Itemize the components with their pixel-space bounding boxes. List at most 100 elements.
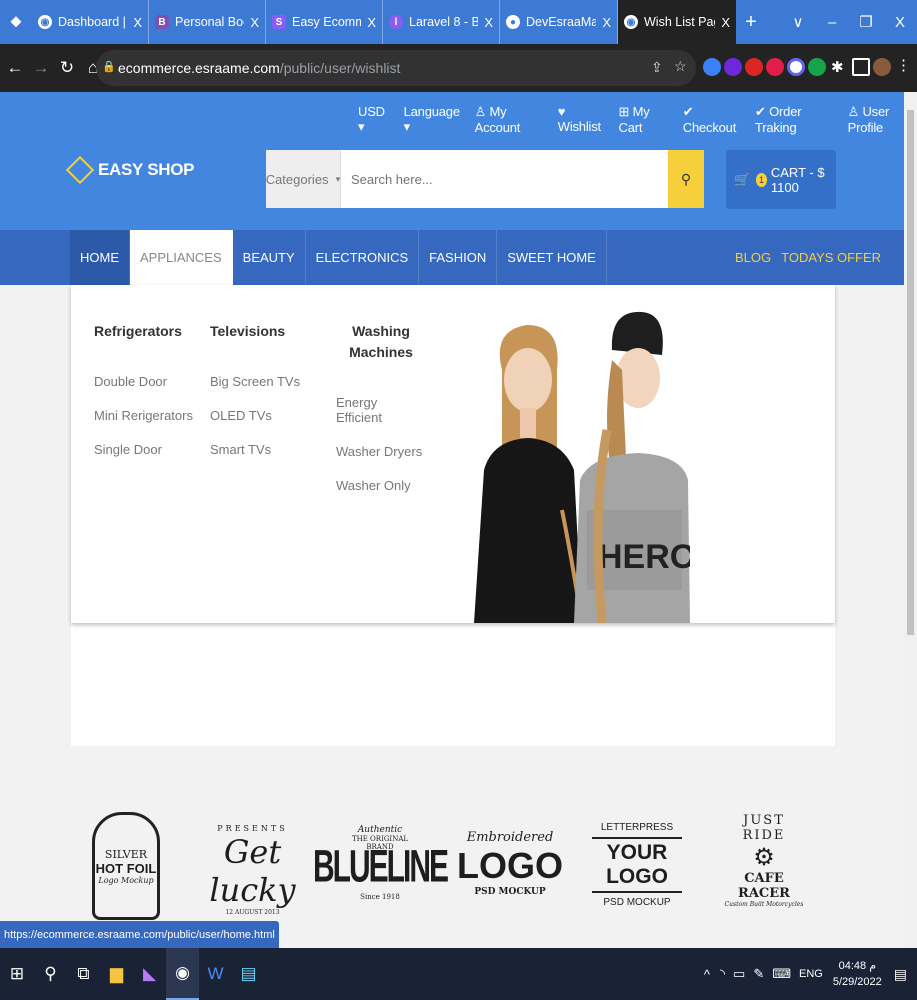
cart-button[interactable]: 🛒 1 CART - $ 1100	[726, 150, 836, 209]
brand-logo-blueline[interactable]: Authentic THE ORIGINAL BRAND BLUELINE Si…	[313, 808, 449, 918]
site-logo[interactable]: EASY SHOP	[65, 155, 194, 185]
nav-fashion[interactable]: FASHION	[419, 230, 498, 285]
tab-laravel[interactable]: lLaravel 8 - Build AdvancedX	[383, 0, 500, 44]
search-button[interactable]: ⚲	[668, 150, 704, 208]
task-view-icon[interactable]: ⧉	[67, 948, 100, 1000]
notifications-icon[interactable]: ▤	[894, 966, 907, 983]
header-top-links: USD ▾ Language ▾ ♙ My Account ♥ Wishlist…	[358, 104, 917, 135]
lock-icon: 🔒	[102, 61, 116, 73]
scrollbar-thumb[interactable]	[907, 110, 914, 635]
close-tab-icon[interactable]: X	[484, 15, 493, 30]
chevron-up-icon[interactable]: ^	[704, 967, 710, 982]
address-bar[interactable]: 🔒 ecommerce.esraame.com/public/user/wish…	[96, 50, 696, 86]
nav-beauty[interactable]: BEAUTY	[233, 230, 306, 285]
menu-link[interactable]: Energy Efficient	[336, 395, 426, 425]
search-input[interactable]	[341, 150, 668, 208]
nav-blog[interactable]: BLOG	[735, 250, 771, 265]
close-tab-icon[interactable]: X	[133, 15, 142, 30]
menu-link[interactable]: Smart TVs	[210, 442, 300, 457]
pen-icon[interactable]: ✎	[753, 966, 764, 982]
menu-link[interactable]: Single Door	[94, 442, 193, 457]
nav-electronics[interactable]: ELECTRONICS	[306, 230, 420, 285]
page-scrollbar[interactable]	[904, 92, 917, 947]
close-window-icon[interactable]: X	[883, 14, 917, 31]
checkout-link[interactable]: ✔ Checkout	[683, 104, 741, 135]
my-cart-link[interactable]: ⊞ My Cart	[619, 104, 669, 135]
menu-link[interactable]: Washer Dryers	[336, 444, 426, 459]
close-tab-icon[interactable]: X	[721, 15, 730, 30]
currency-select[interactable]: USD ▾	[358, 104, 390, 135]
visual-studio-icon[interactable]: ◣	[133, 948, 166, 1000]
category-select[interactable]: Categories ▾	[266, 150, 341, 208]
tab-bootstrap[interactable]: BPersonal Bootstrap TemplateX	[149, 0, 266, 44]
extension-green-icon[interactable]	[808, 58, 826, 76]
brand-logo-letterpress[interactable]: LETTERPRESS YOUR LOGO PSD MOCKUP	[592, 815, 682, 915]
nav-right-links: BLOG TODAYS OFFER	[735, 250, 881, 265]
word-icon[interactable]: W	[199, 948, 232, 1000]
tab-wishlist[interactable]: ◉Wish List PageX	[618, 0, 736, 44]
search-icon: ⚲	[680, 170, 692, 187]
chrome-icon[interactable]: ◉	[166, 948, 199, 1000]
url-host: ecommerce.esraame.com	[118, 60, 280, 76]
brand-logo-get-lucky[interactable]: PRESENTS Get lucky 12 AUGUST 2013	[200, 820, 305, 920]
tab-github[interactable]: ●DevEsraaMahmoud/LaravelX	[500, 0, 618, 44]
tab-search-icon[interactable]: ∨	[781, 13, 815, 31]
share-icon[interactable]: ⇪	[651, 59, 663, 76]
notepad-icon[interactable]: ▤	[232, 948, 265, 1000]
order-tracking-link[interactable]: ✔ Order Traking	[755, 104, 834, 135]
minimize-icon[interactable]: –	[815, 14, 849, 31]
brand-logo-embroidered[interactable]: Embroidered LOGO PSD MOCKUP	[457, 808, 563, 918]
adblock-icon[interactable]	[766, 58, 784, 76]
wifi-icon[interactable]: ◝	[720, 966, 725, 982]
puzzle-icon[interactable]: ✱	[831, 58, 849, 76]
battery-icon[interactable]: ▭	[733, 966, 745, 982]
extension-flower-icon[interactable]	[724, 58, 742, 76]
language-indicator[interactable]: ENG	[799, 968, 823, 980]
menu-link[interactable]: Double Door	[94, 374, 193, 389]
language-select[interactable]: Language ▾	[404, 104, 461, 135]
sidepanel-icon[interactable]	[852, 58, 870, 76]
close-tab-icon[interactable]: X	[367, 15, 376, 30]
extension-ring-icon[interactable]	[787, 58, 805, 76]
menu-link[interactable]: OLED TVs	[210, 408, 300, 423]
my-account-link[interactable]: ♙ My Account	[475, 104, 544, 135]
avatar[interactable]	[873, 58, 891, 76]
keyboard-icon[interactable]: ⌨	[772, 966, 791, 982]
file-explorer-icon[interactable]: ▆	[100, 948, 133, 1000]
reload-icon[interactable]: ↻	[56, 58, 78, 78]
close-tab-icon[interactable]: X	[602, 15, 611, 30]
logo-diamond-icon	[65, 155, 95, 185]
nav-home[interactable]: HOME	[70, 230, 130, 285]
column-title: Washing Machines	[349, 323, 413, 360]
stripe-icon: S	[272, 15, 286, 29]
new-tab-button[interactable]: +	[736, 11, 766, 34]
wishlist-link[interactable]: ♥ Wishlist	[558, 104, 605, 135]
menu-link[interactable]: Big Screen TVs	[210, 374, 300, 389]
column-title: Televisions	[210, 323, 286, 339]
globe-icon: ◉	[624, 15, 638, 29]
forward-icon[interactable]: →	[30, 58, 52, 78]
clock[interactable]: 04:48 م 5/29/2022	[833, 958, 882, 990]
system-tray: ^ ◝ ▭ ✎ ⌨ ENG 04:48 م 5/29/2022 ▤	[704, 948, 917, 1000]
tab-admin[interactable]: SEasy Ecommerce AdminX	[266, 0, 383, 44]
extension-red-icon[interactable]	[745, 58, 763, 76]
windows-start-icon[interactable]: ⊞	[0, 948, 34, 1000]
brand-logos-strip: SILVER HOT FOIL Logo Mockup PRESENTS Get…	[0, 790, 904, 940]
location-pin-icon[interactable]: ⬥	[0, 0, 32, 44]
brand-logo-silver[interactable]: SILVER HOT FOIL Logo Mockup	[92, 812, 160, 920]
bookmark-star-icon[interactable]: ☆	[674, 58, 687, 75]
back-icon[interactable]: ←	[4, 58, 26, 78]
menu-link[interactable]: Mini Rerigerators	[94, 408, 193, 423]
github-icon: ●	[506, 15, 520, 29]
menu-icon[interactable]: ⋮	[896, 56, 914, 74]
nav-sweet-home[interactable]: SWEET HOME	[497, 230, 607, 285]
brand-logo-cafe-racer[interactable]: JUST RIDE ⚙ CAFE RACER Custom Built Moto…	[722, 800, 806, 920]
close-tab-icon[interactable]: X	[250, 15, 259, 30]
nav-todays-offer[interactable]: TODAYS OFFER	[781, 250, 881, 265]
extension-pin-icon[interactable]	[703, 58, 721, 76]
nav-appliances[interactable]: APPLIANCES	[130, 230, 233, 285]
restore-icon[interactable]: ❐	[849, 13, 883, 31]
tab-dashboard[interactable]: ◉Dashboard | UpcubeX	[32, 0, 149, 44]
search-icon[interactable]: ⚲	[34, 948, 67, 1000]
menu-link[interactable]: Washer Only	[336, 478, 426, 493]
